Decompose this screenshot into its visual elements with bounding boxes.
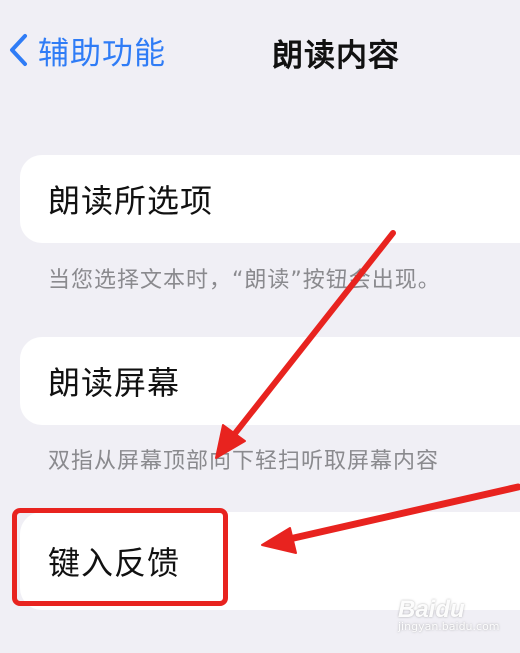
speak-selection-label: 朗读所选项 xyxy=(48,182,214,220)
speak-selection-footer: 当您选择文本时，“朗读”按钮会出现。 xyxy=(48,268,441,293)
back-button[interactable]: 辅助功能 xyxy=(8,26,166,74)
page-title: 朗读内容 xyxy=(272,38,400,74)
speak-screen-label: 朗读屏幕 xyxy=(48,364,181,402)
highlight-box xyxy=(12,508,228,606)
chevron-left-icon xyxy=(8,33,28,67)
back-button-label: 辅助功能 xyxy=(38,35,166,72)
speak-selection-row[interactable]: 朗读所选项 xyxy=(20,155,520,243)
navigation-bar: 辅助功能 朗读内容 xyxy=(0,0,520,100)
speak-screen-row[interactable]: 朗读屏幕 xyxy=(20,337,520,425)
watermark-sub: jingyan.baidu.com xyxy=(398,620,500,633)
speak-screen-footer: 双指从屏幕顶部向下轻扫听取屏幕内容 xyxy=(48,449,440,474)
baidu-watermark: Baidu jingyan.baidu.com xyxy=(398,596,508,640)
